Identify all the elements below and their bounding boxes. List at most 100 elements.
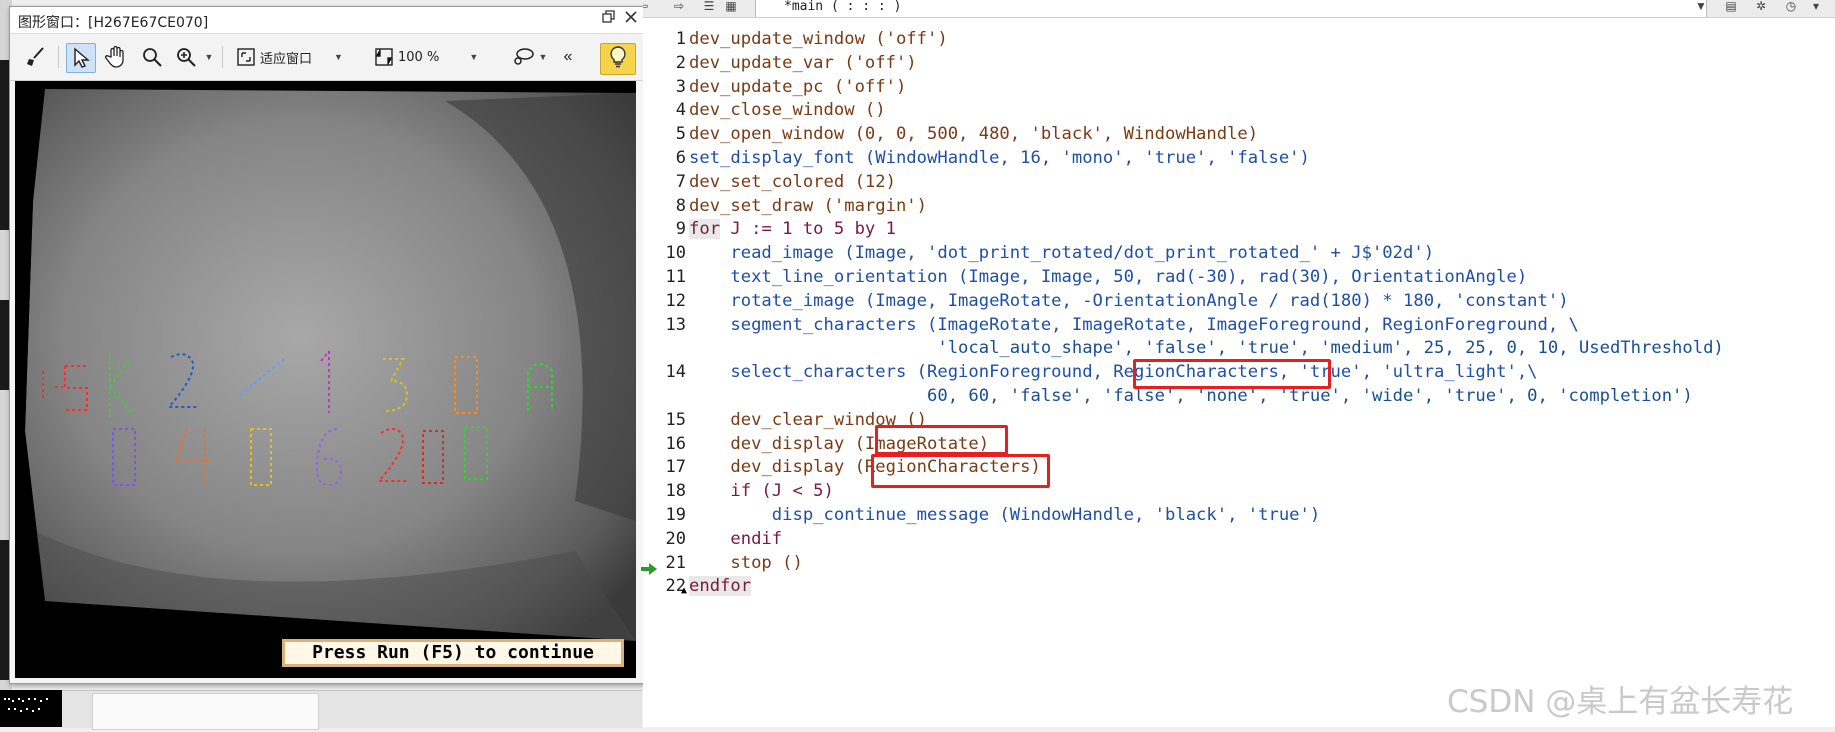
image-canvas[interactable]: Press Run (F5) to continue xyxy=(15,81,636,678)
code-line[interactable]: 15 dev_clear_window () xyxy=(643,409,1835,433)
program-editor[interactable]: ☰ ▦ *main ( : : : ) ▼ ▤ ✲ ◷ ▾ ⇦ ⇨ 1dev_u… xyxy=(641,0,1835,727)
code-line[interactable]: 9 for J := 1 to 5 by 1 xyxy=(643,218,1835,242)
code-text: rotate_image (Image, ImageRotate, -Orien… xyxy=(689,290,1569,311)
chevron-down-icon[interactable]: ▼ xyxy=(205,52,214,62)
code-text: endif xyxy=(689,528,783,549)
code-line[interactable]: 13 segment_characters (ImageRotate, Imag… xyxy=(643,314,1835,338)
code-text: dev_clear_window () xyxy=(689,409,927,430)
forward-icon[interactable]: ⇨ xyxy=(671,0,687,14)
code-line[interactable]: 6 set_display_font (WindowHandle, 16, 'mo… xyxy=(643,147,1835,171)
chevron-down-icon[interactable]: ▼ xyxy=(469,52,478,62)
clock-icon[interactable]: ◷ xyxy=(1783,0,1799,14)
line-number: 8 xyxy=(675,195,686,216)
code-text: text_line_orientation (Image, Image, 50,… xyxy=(689,266,1528,287)
procedure-selector-label: *main ( : : : ) xyxy=(784,0,902,14)
code-line[interactable]: 12 rotate_image (Image, ImageRotate, -Or… xyxy=(643,290,1835,314)
code-line[interactable]: 18 if (J < 5) xyxy=(643,480,1835,504)
line-number: 3 xyxy=(675,76,686,97)
chevron-down-icon[interactable]: ▼ xyxy=(539,52,548,62)
code-text: if (J < 5) xyxy=(689,481,834,502)
chevron-down-icon[interactable]: ▾ xyxy=(1808,0,1824,14)
magnifier-icon xyxy=(141,46,163,68)
code-line[interactable]: 8 dev_set_draw ('margin') xyxy=(643,195,1835,219)
graphics-window-title: 图形窗口：[H267E67CE070] xyxy=(18,15,209,31)
hand-icon xyxy=(104,45,128,69)
code-text: dev_set_draw ('margin') xyxy=(689,195,927,216)
status-field xyxy=(92,693,319,730)
procedure-selector[interactable]: *main ( : : : ) xyxy=(755,0,1707,17)
thumbnail-image[interactable] xyxy=(0,690,62,727)
code-line[interactable]: 7 dev_set_colored (12) xyxy=(643,171,1835,195)
code-area[interactable]: 1 dev_update_window ('off') 2 dev_update_va… xyxy=(641,28,1835,599)
line-number: 19 xyxy=(665,504,686,525)
code-line[interactable]: 14 select_characters (RegionForeground, … xyxy=(643,361,1835,385)
code-text: 'local_auto_shape', 'false', 'true', 'me… xyxy=(689,338,1724,359)
code-line[interactable]: 16 dev_display (ImageRotate) xyxy=(643,433,1835,457)
line-number: 12 xyxy=(665,290,686,311)
code-line[interactable]: 1 dev_update_window ('off') xyxy=(643,28,1835,52)
pointer-icon xyxy=(71,47,91,69)
editor-toolbar: ☰ ▦ *main ( : : : ) ▼ ▤ ✲ ◷ ▾ ⇦ ⇨ xyxy=(643,0,1835,18)
code-line[interactable]: 20 endif xyxy=(643,528,1835,552)
code-line[interactable]: 2 dev_update_var ('off') xyxy=(643,52,1835,76)
fit-window-dropdown[interactable]: 适应窗口 ▼ xyxy=(236,43,370,71)
code-text: dev_display (RegionCharacters) xyxy=(689,457,1041,478)
double-chevron-left-icon: « xyxy=(563,48,573,65)
code-text: dev_open_window (0, 0, 500, 480, 'black'… xyxy=(689,124,1259,145)
watermark: CSDN @桌上有盆长寿花 xyxy=(1447,684,1794,720)
code-line[interactable]: 60, 60, 'false', 'false', 'none', 'true'… xyxy=(643,385,1835,409)
code-text: disp_continue_message (WindowHandle, 'bl… xyxy=(689,504,1321,525)
region-draw-button[interactable]: ▼ xyxy=(506,43,552,71)
zoom-level-dropdown[interactable]: 100 % ▼ xyxy=(374,43,498,71)
line-number: 1 xyxy=(675,29,686,49)
line-number: 14 xyxy=(665,362,686,383)
back-icon[interactable]: ⇦ xyxy=(643,0,651,14)
line-number: 13 xyxy=(665,314,686,335)
graphics-window[interactable]: 图形窗口：[H267E67CE070] ▼ 适应窗口 ▼ 100 % ▼ ▼ «… xyxy=(9,6,645,684)
code-line[interactable]: 21 stop () xyxy=(641,552,1835,576)
code-line[interactable]: 10 read_image (Image, 'dot_print_rotated… xyxy=(643,242,1835,266)
line-number: 9 xyxy=(675,219,686,240)
lasso-icon xyxy=(511,46,535,68)
toolbar-divider xyxy=(222,46,223,68)
code-line[interactable]: 'local_auto_shape', 'false', 'true', 'me… xyxy=(643,337,1835,361)
grid-icon[interactable]: ▦ xyxy=(723,0,739,14)
restore-icon[interactable] xyxy=(600,10,618,28)
code-line[interactable]: 22 endfor ▲ xyxy=(643,575,1835,599)
select-tool-button[interactable] xyxy=(66,43,96,73)
code-line[interactable]: 11 text_line_orientation (Image, Image, … xyxy=(643,266,1835,290)
code-line[interactable]: 4 dev_close_window () xyxy=(643,99,1835,123)
database-icon[interactable]: ▤ xyxy=(1723,0,1739,14)
code-text: read_image (Image, 'dot_print_rotated/do… xyxy=(689,243,1435,264)
more-tools-button[interactable]: « xyxy=(558,43,578,71)
code-text: dev_display (ImageRotate) xyxy=(689,433,990,454)
tips-button[interactable] xyxy=(600,43,636,75)
line-number: 16 xyxy=(665,433,686,454)
bug-icon[interactable]: ✲ xyxy=(1753,0,1769,14)
graphics-toolbar: ▼ 适应窗口 ▼ 100 % ▼ ▼ « xyxy=(10,34,644,81)
brush-icon xyxy=(25,46,47,68)
chevron-down-icon[interactable]: ▼ xyxy=(1693,0,1709,14)
magnify-tool-button[interactable] xyxy=(138,43,166,71)
code-text: dev_set_colored (12) xyxy=(689,171,896,192)
toolbar-divider xyxy=(58,46,59,68)
code-text: segment_characters (ImageRotate, ImageRo… xyxy=(689,314,1579,335)
zoom-tool-button[interactable]: ▼ xyxy=(174,43,214,71)
zoom-in-icon xyxy=(175,46,197,68)
line-number: 11 xyxy=(665,266,686,287)
chevron-down-icon[interactable]: ▼ xyxy=(334,52,343,62)
fit-window-icon xyxy=(236,47,256,67)
close-icon[interactable] xyxy=(622,10,640,28)
code-line[interactable]: 3 dev_update_pc ('off') xyxy=(643,76,1835,100)
code-line[interactable]: 5 dev_open_window (0, 0, 500, 480, 'black… xyxy=(643,123,1835,147)
continue-message: Press Run (F5) to continue xyxy=(282,639,624,667)
line-number: 10 xyxy=(665,243,686,264)
fit-window-label: 适应窗口 xyxy=(260,51,313,67)
clear-window-button[interactable] xyxy=(22,43,50,71)
code-line[interactable]: 19 disp_continue_message (WindowHandle, … xyxy=(643,504,1835,528)
pan-tool-button[interactable] xyxy=(102,43,130,71)
code-text: set_display_font (WindowHandle, 16, 'mon… xyxy=(689,147,1310,168)
graphics-window-titlebar[interactable]: 图形窗口：[H267E67CE070] xyxy=(10,7,644,34)
list-icon[interactable]: ☰ xyxy=(701,0,717,14)
code-line[interactable]: 17 dev_display (RegionCharacters) xyxy=(643,456,1835,480)
